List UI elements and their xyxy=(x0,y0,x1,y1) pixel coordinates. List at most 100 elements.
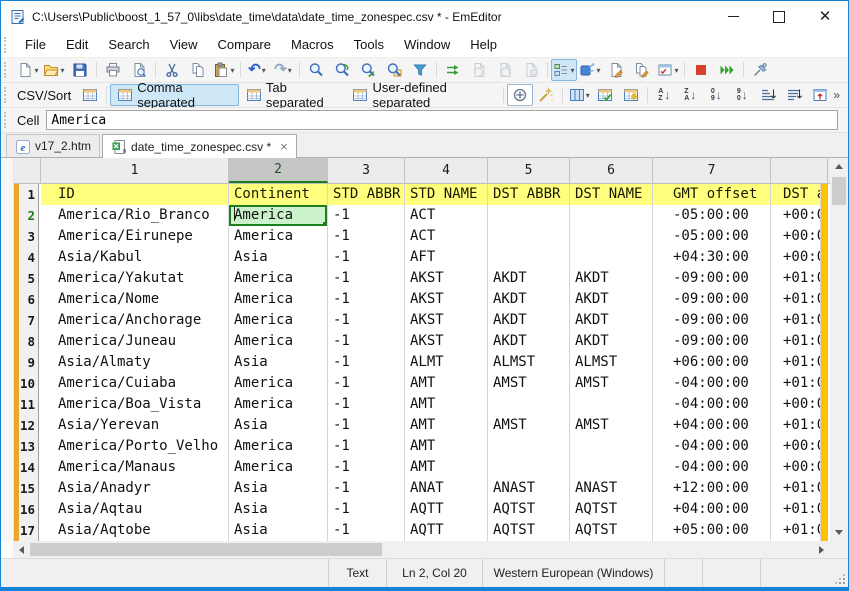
close-button[interactable]: ✕ xyxy=(802,1,848,32)
cell[interactable]: -1 xyxy=(328,373,405,394)
cell[interactable]: -1 xyxy=(328,436,405,457)
dropdown-caret-icon[interactable]: ▾ xyxy=(34,66,38,75)
compare-sync-button[interactable] xyxy=(492,59,518,81)
compare-button[interactable] xyxy=(440,59,466,81)
row-number[interactable]: 6 xyxy=(19,289,38,310)
cell[interactable]: +00:00: xyxy=(771,457,821,478)
cell[interactable]: AKST xyxy=(405,289,488,310)
dropdown-caret-icon[interactable]: ▾ xyxy=(230,66,234,75)
cell[interactable]: AQTST xyxy=(570,520,653,541)
row-number[interactable]: 14 xyxy=(19,457,38,478)
maximize-button[interactable] xyxy=(756,1,802,32)
vertical-scroll-thumb[interactable] xyxy=(832,177,846,205)
cell[interactable]: +06:00:00 xyxy=(653,352,771,373)
fill-handle[interactable] xyxy=(323,222,328,226)
cell[interactable]: +01:00: xyxy=(771,373,821,394)
cell[interactable]: -09:00:00 xyxy=(653,268,771,289)
record-macro-button[interactable] xyxy=(603,59,629,81)
cell[interactable]: ALMST xyxy=(570,352,653,373)
cell[interactable]: Asia xyxy=(229,499,328,520)
cell[interactable]: AKDT xyxy=(488,331,570,352)
cell[interactable] xyxy=(488,457,570,478)
play-macro-button[interactable] xyxy=(629,59,655,81)
compare-refresh-button[interactable] xyxy=(466,59,492,81)
status-insert-mode[interactable]: Text xyxy=(328,559,386,587)
replace-in-files-button[interactable] xyxy=(355,59,381,81)
cell[interactable]: America xyxy=(229,394,328,415)
cell[interactable]: AQTT xyxy=(405,499,488,520)
cell[interactable]: ALMST xyxy=(488,352,570,373)
cell[interactable]: America/Boa_Vista xyxy=(41,394,229,415)
row-number[interactable]: 1 xyxy=(19,184,38,205)
refresh-csv-button[interactable] xyxy=(618,84,644,106)
undo-button[interactable]: ↶▾ xyxy=(244,59,270,81)
row-number[interactable]: 4 xyxy=(19,247,38,268)
cell[interactable]: -1 xyxy=(328,499,405,520)
stop-macro-button[interactable] xyxy=(688,59,714,81)
cell[interactable]: AMT xyxy=(405,457,488,478)
cell[interactable]: AMST xyxy=(488,373,570,394)
cell[interactable]: Continent xyxy=(229,184,328,205)
cell[interactable]: DST ABBR xyxy=(488,184,570,205)
cell[interactable]: GMT offset xyxy=(653,184,771,205)
scroll-up-button[interactable] xyxy=(830,158,847,175)
cell[interactable] xyxy=(488,394,570,415)
menubar-grip[interactable] xyxy=(4,37,11,53)
cell[interactable]: ANAST xyxy=(570,478,653,499)
cell[interactable]: -1 xyxy=(328,310,405,331)
cell[interactable]: America xyxy=(229,226,328,247)
horizontal-scrollbar[interactable] xyxy=(13,541,830,558)
run-macro-button[interactable] xyxy=(714,59,740,81)
sort-09-button[interactable]: 09↓ xyxy=(703,84,729,106)
cell[interactable]: +01:00: xyxy=(771,499,821,520)
sort-lines-asc-button[interactable] xyxy=(755,84,781,106)
macro-list-button[interactable]: ▾ xyxy=(655,59,681,81)
cell[interactable]: AMST xyxy=(570,373,653,394)
cell[interactable]: -04:00:00 xyxy=(653,457,771,478)
find-in-groups-button[interactable] xyxy=(381,59,407,81)
dropdown-caret-icon[interactable]: ▾ xyxy=(596,66,600,75)
cell[interactable]: America/Nome xyxy=(41,289,229,310)
menu-item-macros[interactable]: Macros xyxy=(281,34,344,55)
cell[interactable]: Asia xyxy=(229,478,328,499)
compare-reset-button[interactable] xyxy=(518,59,544,81)
cell[interactable]: -1 xyxy=(328,352,405,373)
cell[interactable]: +00:00: xyxy=(771,436,821,457)
cell[interactable]: AMST xyxy=(488,415,570,436)
pin-button[interactable] xyxy=(747,59,773,81)
cell[interactable]: America/Juneau xyxy=(41,331,229,352)
cell[interactable]: +04:00:00 xyxy=(653,415,771,436)
cell[interactable]: AFT xyxy=(405,247,488,268)
cell[interactable]: AQTST xyxy=(570,499,653,520)
cell[interactable]: America xyxy=(229,457,328,478)
cell[interactable]: -1 xyxy=(328,415,405,436)
cell[interactable]: ALMT xyxy=(405,352,488,373)
cell[interactable]: +01:00: xyxy=(771,289,821,310)
cell[interactable]: AKDT xyxy=(570,331,653,352)
open-file-button[interactable]: ▾ xyxy=(41,59,67,81)
cell[interactable]: AKST xyxy=(405,310,488,331)
cell[interactable]: Asia xyxy=(229,247,328,268)
cell[interactable]: -1 xyxy=(328,268,405,289)
cell[interactable] xyxy=(488,436,570,457)
cell[interactable]: +04:00:00 xyxy=(653,499,771,520)
cell[interactable]: America xyxy=(229,205,328,226)
scroll-down-button[interactable] xyxy=(830,524,847,541)
cell[interactable]: AMT xyxy=(405,394,488,415)
cell[interactable]: Asia/Kabul xyxy=(41,247,229,268)
dropdown-caret-icon[interactable]: ▾ xyxy=(288,66,292,75)
cell[interactable]: America xyxy=(229,373,328,394)
row-number[interactable]: 9 xyxy=(19,352,38,373)
cell[interactable]: +01:00: xyxy=(771,478,821,499)
cell[interactable]: ACT xyxy=(405,226,488,247)
cell[interactable]: ACT xyxy=(405,205,488,226)
status-encoding[interactable]: Western European (Windows) xyxy=(482,559,664,587)
cell[interactable]: America xyxy=(229,310,328,331)
menu-item-view[interactable]: View xyxy=(160,34,208,55)
cell[interactable]: +00:00: xyxy=(771,394,821,415)
cell[interactable]: AKDT xyxy=(570,289,653,310)
cell[interactable]: Asia xyxy=(229,352,328,373)
cell[interactable]: ANAT xyxy=(405,478,488,499)
cell[interactable]: AQTST xyxy=(488,520,570,541)
dropdown-caret-icon[interactable]: ▾ xyxy=(570,66,574,75)
